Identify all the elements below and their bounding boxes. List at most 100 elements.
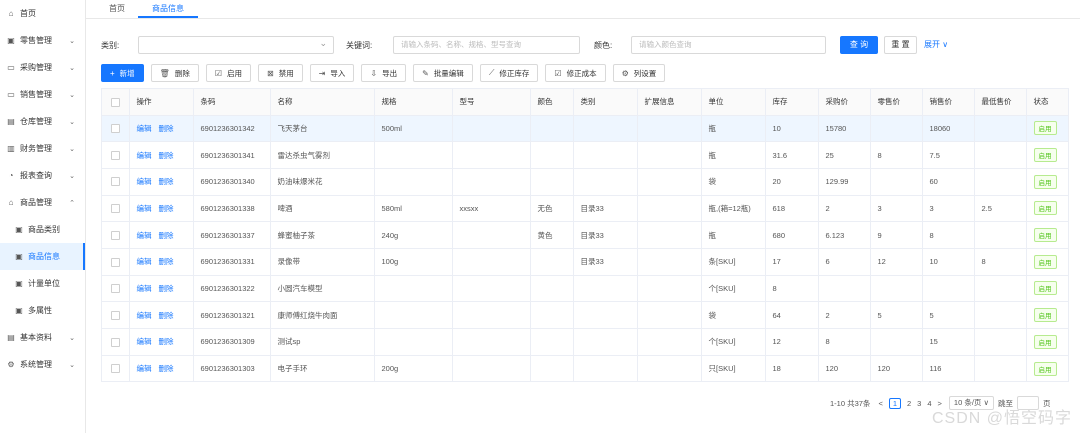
fix-stock-button[interactable]: ⟋ 修正库存 bbox=[479, 64, 539, 82]
reset-button[interactable]: 重 置 bbox=[884, 36, 917, 54]
edit-link[interactable]: 编辑 bbox=[137, 284, 152, 293]
table-row[interactable]: 编辑 删除 6901236301331 录像带 100g 目录33 条[SKU] 17 6 12 1… bbox=[102, 248, 1068, 276]
keyword-input[interactable]: 请输入条码、名称、规格、型号查询 bbox=[393, 36, 580, 54]
sidebar-item-report[interactable]: ◔ 报表查询 ⌄ bbox=[0, 162, 85, 189]
row-select-cell[interactable] bbox=[102, 221, 130, 249]
delete-link[interactable]: 删除 bbox=[159, 364, 174, 373]
row-checkbox[interactable] bbox=[110, 284, 120, 294]
toolbar-button-label: 列设置 bbox=[633, 68, 657, 78]
edit-link[interactable]: 编辑 bbox=[137, 231, 152, 240]
row-select-cell[interactable] bbox=[102, 301, 130, 329]
sidebar-item-sales[interactable]: ▭ 销售管理 ⌄ bbox=[0, 81, 85, 108]
sidebar-item-warehouse[interactable]: ▤ 仓库管理 ⌄ bbox=[0, 108, 85, 135]
goods-info-icon: ▣ bbox=[15, 252, 23, 261]
edit-link[interactable]: 编辑 bbox=[137, 204, 152, 213]
plus-button[interactable]: + 新增 bbox=[101, 64, 144, 82]
edit-link[interactable]: 编辑 bbox=[137, 337, 152, 346]
sidebar-item-unit[interactable]: ▣ 计量单位 bbox=[0, 270, 85, 297]
tab-home[interactable]: 首页 bbox=[96, 0, 138, 18]
edit-link[interactable]: 编辑 bbox=[137, 124, 152, 133]
delete-link[interactable]: 删除 bbox=[159, 177, 174, 186]
sidebar-item-finance[interactable]: ▥ 财务管理 ⌄ bbox=[0, 135, 85, 162]
cell-retail bbox=[870, 328, 923, 356]
edit-link[interactable]: 编辑 bbox=[137, 257, 152, 266]
sidebar-item-purchase[interactable]: ▭ 采购管理 ⌄ bbox=[0, 54, 85, 81]
sidebar-item-goods[interactable]: ⌂ 商品管理 ⌃ bbox=[0, 189, 85, 216]
row-checkbox[interactable] bbox=[110, 257, 120, 267]
color-input[interactable]: 请输入颜色查询 bbox=[631, 36, 826, 54]
table-row[interactable]: 编辑 删除 6901236301309 测试sp 个[SKU] 12 8 15 启用 bbox=[102, 328, 1068, 356]
status-badge: 启用 bbox=[1033, 174, 1057, 189]
sidebar-item-attr[interactable]: ▣ 多属性 bbox=[0, 297, 85, 324]
row-select-cell[interactable] bbox=[102, 355, 130, 381]
table-row[interactable]: 编辑 删除 6901236301303 电子手环 200g 只[SKU] 18 120 120 1… bbox=[102, 355, 1068, 381]
table-row[interactable]: 编辑 删除 6901236301322 小圆汽车模型 个[SKU] 8 启用 bbox=[102, 275, 1068, 303]
edit-link[interactable]: 编辑 bbox=[137, 151, 152, 160]
row-select-cell[interactable] bbox=[102, 168, 130, 196]
column-settings-button[interactable]: ⚙ 列设置 bbox=[612, 64, 666, 82]
row-checkbox[interactable] bbox=[110, 364, 120, 374]
enable-button[interactable]: ☑ 启用 bbox=[205, 64, 251, 82]
import-button[interactable]: ⇥ 导入 bbox=[309, 64, 355, 82]
table-row[interactable]: 编辑 删除 6901236301321 康师傅红烧牛肉面袋 64 2 5 5 启用 bbox=[102, 301, 1068, 329]
page-number-button[interactable]: 3 bbox=[917, 399, 921, 408]
table-row[interactable]: 编辑 删除 6901236301340 奶油味爆米花袋 20 129.99 60 启用 bbox=[102, 168, 1068, 196]
expand-link[interactable]: 展开 ∨ bbox=[924, 39, 948, 50]
select-all-cell[interactable] bbox=[102, 89, 130, 116]
sidebar-item-category[interactable]: ▣ 商品类别 bbox=[0, 216, 85, 243]
page-number-button[interactable]: 4 bbox=[927, 399, 931, 408]
delete-link[interactable]: 删除 bbox=[159, 151, 174, 160]
status-badge: 启用 bbox=[1033, 334, 1057, 349]
sidebar-item-basic-data[interactable]: ▤ 基本资料 ⌄ bbox=[0, 324, 85, 351]
edit-link[interactable]: 编辑 bbox=[137, 364, 152, 373]
delete-link[interactable]: 删除 bbox=[159, 231, 174, 240]
disable-button[interactable]: ⊠ 禁用 bbox=[258, 64, 303, 82]
category-label: 类别: bbox=[101, 41, 120, 50]
fix-cost-button[interactable]: ☑ 修正成本 bbox=[545, 64, 606, 82]
cell-spec: 100g bbox=[374, 248, 453, 276]
row-select-cell[interactable] bbox=[102, 275, 130, 303]
row-checkbox[interactable] bbox=[110, 230, 120, 240]
delete-link[interactable]: 删除 bbox=[159, 284, 174, 293]
row-checkbox[interactable] bbox=[110, 124, 120, 134]
prev-page-button[interactable]: < bbox=[878, 399, 882, 408]
page-number-button[interactable]: 1 bbox=[888, 397, 901, 409]
delete-link[interactable]: 删除 bbox=[159, 311, 174, 320]
sidebar-item-system[interactable]: ⚙ 系统管理 ⌄ bbox=[0, 351, 85, 378]
delete-link[interactable]: 删除 bbox=[159, 204, 174, 213]
sidebar-item-retail[interactable]: ▣ 零售管理 ⌄ bbox=[0, 27, 85, 54]
delete-link[interactable]: 删除 bbox=[159, 337, 174, 346]
page-number-button[interactable]: 2 bbox=[907, 399, 911, 408]
row-select-cell[interactable] bbox=[102, 141, 130, 169]
tab-bar: 首页 商品信息 bbox=[86, 0, 1080, 19]
tab-goods-info[interactable]: 商品信息 bbox=[138, 0, 198, 18]
cell-name: 雷达杀虫气雾剂 bbox=[270, 141, 375, 169]
table-row[interactable]: 编辑 删除 6901236301337 蜂蜜柚子茶 240g 黄色 目录33 瓶 680 6.12… bbox=[102, 221, 1068, 249]
row-actions: 编辑 删除 bbox=[129, 355, 194, 381]
sidebar-item-goods-info[interactable]: ▣ 商品信息 bbox=[0, 243, 85, 270]
row-checkbox[interactable] bbox=[110, 310, 120, 320]
sidebar-item-home[interactable]: ⌂ 首页 bbox=[0, 0, 85, 27]
query-button[interactable]: 查 询 bbox=[840, 36, 878, 54]
row-checkbox[interactable] bbox=[110, 177, 120, 187]
toolbar-button-label: 导出 bbox=[382, 68, 398, 78]
row-checkbox[interactable] bbox=[110, 204, 120, 214]
table-row[interactable]: 编辑 删除 6901236301342 飞天茅台 500ml 瓶 10 15780 18060 启… bbox=[102, 115, 1068, 143]
row-checkbox[interactable] bbox=[110, 337, 120, 347]
row-select-cell[interactable] bbox=[102, 115, 130, 143]
delete-link[interactable]: 删除 bbox=[159, 257, 174, 266]
edit-link[interactable]: 编辑 bbox=[137, 177, 152, 186]
row-select-cell[interactable] bbox=[102, 328, 130, 356]
batch-edit-button[interactable]: ✎ 批量编辑 bbox=[413, 64, 473, 82]
select-all-checkbox[interactable] bbox=[110, 97, 120, 107]
table-row[interactable]: 编辑 删除 6901236301338 啤酒 580ml xxsxx 无色 目录33 瓶,(箱=… bbox=[102, 195, 1068, 223]
delete-button[interactable]: 🗑 删除 bbox=[150, 64, 199, 82]
edit-link[interactable]: 编辑 bbox=[137, 311, 152, 320]
table-row[interactable]: 编辑 删除 6901236301341 雷达杀虫气雾剂瓶 31.6 25 8 7.5 启用 bbox=[102, 141, 1068, 169]
delete-link[interactable]: 删除 bbox=[159, 124, 174, 133]
row-checkbox[interactable] bbox=[110, 150, 120, 160]
export-button[interactable]: ⇩ 导出 bbox=[361, 64, 407, 82]
category-select[interactable] bbox=[138, 35, 334, 54]
row-select-cell[interactable] bbox=[102, 195, 130, 223]
row-select-cell[interactable] bbox=[102, 248, 130, 276]
